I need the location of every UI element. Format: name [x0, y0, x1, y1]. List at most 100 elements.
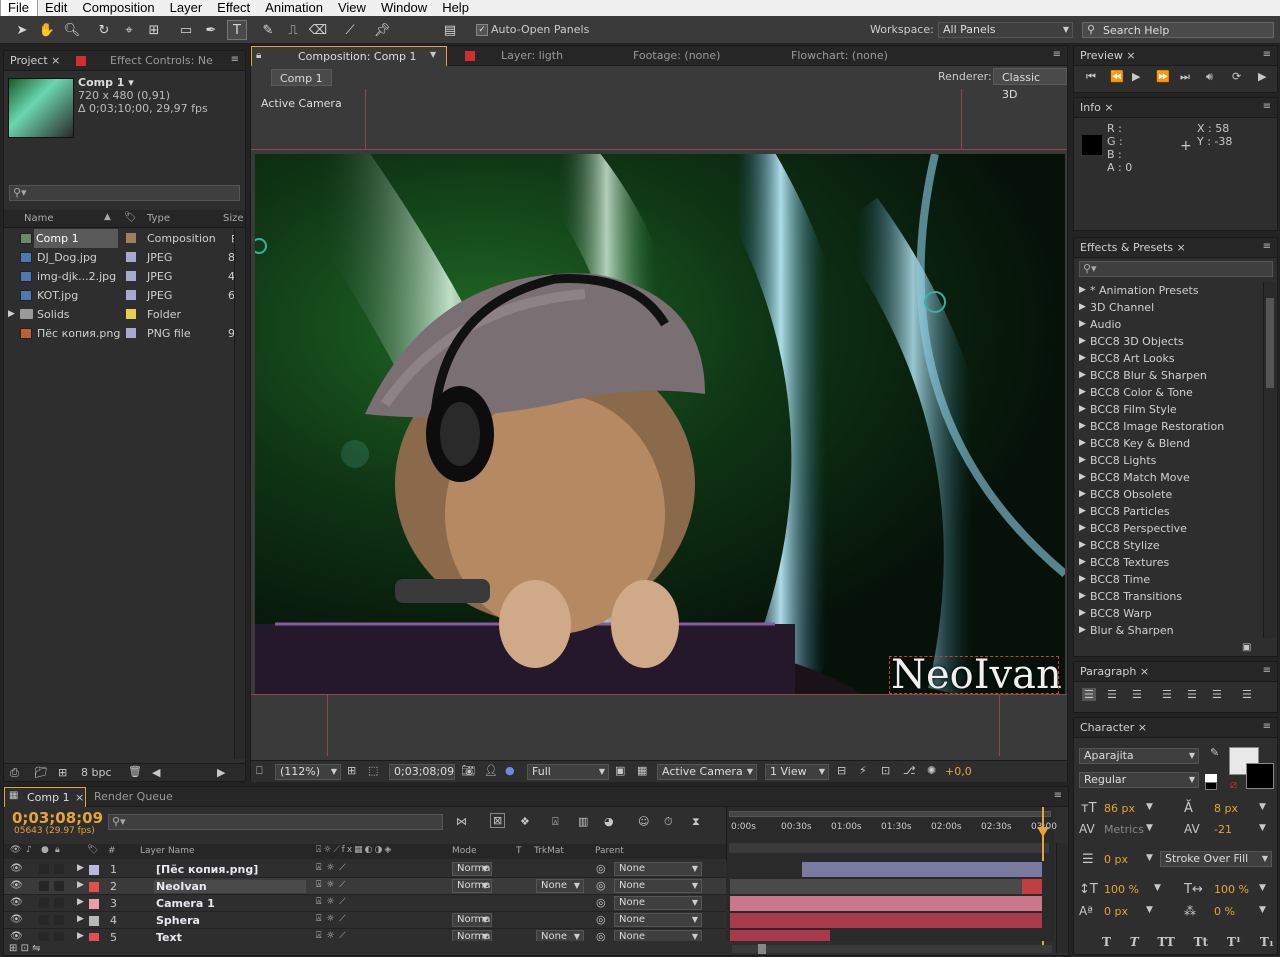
toggle-switches-icon[interactable]: ⊞: [9, 943, 17, 954]
blend-mode-select[interactable]: Norma: [452, 879, 492, 893]
chevron-down-icon[interactable]: ▼: [1259, 823, 1266, 833]
transparency-grid-icon[interactable]: ▦: [637, 764, 647, 777]
leading-value[interactable]: 8 px: [1214, 802, 1238, 815]
expand-arrow-icon[interactable]: ▶: [1079, 282, 1086, 299]
font-style-select[interactable]: Regular: [1079, 772, 1199, 788]
workspace-select[interactable]: All Panels: [938, 22, 1073, 38]
expand-arrow-icon[interactable]: ▶: [8, 305, 15, 324]
menu-effect[interactable]: Effect: [210, 0, 258, 16]
menu-window[interactable]: Window: [374, 0, 435, 16]
layer-switches[interactable]: ⍓ ☼ ⟋: [316, 863, 346, 873]
parent-select[interactable]: None: [614, 896, 702, 910]
effects-category-item[interactable]: ▶ BCC8 Art Looks: [1074, 350, 1262, 367]
effects-category-item[interactable]: ▶ 3D Channel: [1074, 299, 1262, 316]
expand-arrow-icon[interactable]: ▶: [77, 880, 84, 890]
chevron-down-icon[interactable]: ▼: [430, 50, 436, 59]
rectangle-tool-icon[interactable]: ▭: [176, 20, 196, 40]
no-fill-icon[interactable]: ⧄: [1230, 778, 1237, 792]
menu-view[interactable]: View: [331, 0, 374, 16]
pen-tool-icon[interactable]: ✒: [201, 20, 221, 40]
expand-arrow-icon[interactable]: ▶: [1079, 588, 1086, 605]
effects-category-item[interactable]: ▶ BCC8 Transitions: [1074, 588, 1262, 605]
solo-toggle[interactable]: [39, 898, 49, 908]
expand-arrow-icon[interactable]: ▶: [1079, 333, 1086, 350]
type-tool-icon[interactable]: T: [227, 20, 247, 40]
expand-arrow-icon[interactable]: ▶: [1079, 299, 1086, 316]
col-size[interactable]: Size: [223, 213, 244, 224]
expand-arrow-icon[interactable]: ▶: [1079, 469, 1086, 486]
layer-switches[interactable]: ⍓ ☼ ⟋: [316, 931, 346, 941]
tracking-value[interactable]: -21: [1214, 823, 1232, 836]
layer-name[interactable]: Camera 1: [156, 897, 215, 910]
expand-arrow-icon[interactable]: ▶: [1079, 418, 1086, 435]
parent-select[interactable]: None: [614, 930, 702, 941]
eyedropper-icon[interactable]: ✎: [1210, 746, 1219, 759]
chevron-down-icon[interactable]: ▼: [1259, 883, 1266, 893]
tab-render-queue[interactable]: Render Queue: [88, 787, 173, 807]
expand-arrow-icon[interactable]: ▶: [1079, 486, 1086, 503]
align-center-icon[interactable]: ☰: [1107, 688, 1117, 701]
camera-tool-icon[interactable]: ⌖: [119, 20, 139, 40]
brainstorm-icon[interactable]: ☺: [638, 815, 649, 828]
project-item-comp1[interactable]: Comp 1 Composition ⊞: [4, 229, 245, 248]
stroke-swatch-small[interactable]: [1205, 782, 1217, 790]
fill-swatch-small[interactable]: [1205, 774, 1217, 782]
comp-name[interactable]: Comp 1 ▾: [78, 76, 134, 89]
menu-file[interactable]: File: [0, 0, 38, 16]
expand-arrow-icon[interactable]: ▶: [1079, 520, 1086, 537]
effects-category-item[interactable]: ▶ BCC8 Match Move: [1074, 469, 1262, 486]
layer-name[interactable]: Text: [156, 931, 182, 941]
menu-layer[interactable]: Layer: [163, 0, 211, 16]
visibility-eye-icon[interactable]: 👁︎: [10, 863, 23, 874]
project-item-imgdjk[interactable]: img-djk...2.jpg JPEG 4: [4, 267, 245, 286]
previous-frame-icon[interactable]: ⏪: [1110, 70, 1124, 83]
lock-toggle[interactable]: [54, 881, 64, 891]
project-scrollbar[interactable]: [234, 229, 245, 759]
panel-menu-icon[interactable]: ≡: [1053, 49, 1061, 60]
trash-icon[interactable]: 🗑︎: [128, 765, 142, 778]
selection-tool-icon[interactable]: ➤: [12, 20, 32, 40]
parent-select[interactable]: None: [614, 879, 702, 893]
expand-arrow-icon[interactable]: ▶: [1079, 622, 1086, 639]
scroll-left-icon[interactable]: ◀: [152, 766, 160, 779]
effects-category-item[interactable]: ▶ BCC8 Lights: [1074, 452, 1262, 469]
pick-whip-icon[interactable]: ◎: [596, 862, 606, 875]
expand-arrow-icon[interactable]: ▶: [1079, 503, 1086, 520]
comp-timecode[interactable]: 0;03;08;09: [389, 764, 455, 780]
label-color[interactable]: [89, 899, 99, 909]
expand-arrow-icon[interactable]: ▶: [1079, 435, 1086, 452]
first-frame-icon[interactable]: ⏮: [1086, 70, 1096, 84]
resolution-select[interactable]: Full: [527, 764, 609, 780]
new-folder-icon[interactable]: 📁︎: [34, 766, 48, 779]
hide-shy-icon[interactable]: ⍓: [552, 815, 559, 829]
zoom-select[interactable]: (112%): [275, 764, 341, 780]
draft-3d-icon[interactable]: ❖: [520, 815, 530, 828]
camera-select[interactable]: Active Camera: [657, 764, 757, 780]
always-preview-icon[interactable]: ⎕: [256, 764, 263, 778]
zoom-tool-icon[interactable]: 🔍︎: [62, 20, 82, 40]
effects-category-item[interactable]: ▶ BCC8 3D Objects: [1074, 333, 1262, 350]
expand-arrow-icon[interactable]: ▶: [1079, 367, 1086, 384]
visibility-eye-icon[interactable]: 👁︎: [10, 931, 23, 941]
roto-brush-tool-icon[interactable]: ⟋: [340, 20, 360, 40]
layer-bar-3[interactable]: [730, 896, 1042, 911]
visibility-eye-icon[interactable]: 👁︎: [10, 897, 23, 908]
vertical-scale-value[interactable]: 100 %: [1104, 883, 1139, 896]
mask-visibility-icon[interactable]: ⬚: [368, 764, 378, 777]
play-icon[interactable]: ▶: [1132, 70, 1140, 83]
graph-editor-icon[interactable]: ⧗: [692, 815, 700, 829]
menu-animation[interactable]: Animation: [258, 0, 331, 16]
parent-select[interactable]: None: [614, 862, 702, 876]
expand-arrow-icon[interactable]: ▶: [1079, 605, 1086, 622]
new-comp-icon[interactable]: ⊞: [58, 766, 67, 779]
exposure-value[interactable]: +0,0: [945, 765, 972, 778]
menu-composition[interactable]: Composition: [75, 0, 162, 16]
expand-arrow-icon[interactable]: ▶: [77, 863, 84, 873]
lock-icon[interactable]: 🔒︎: [256, 50, 261, 61]
panel-menu-icon[interactable]: ≡: [1263, 101, 1271, 112]
layer-bar-2[interactable]: [1022, 879, 1042, 894]
blend-mode-select[interactable]: Norma: [452, 930, 492, 941]
blend-mode-select[interactable]: Norma: [452, 913, 492, 927]
channel-icon[interactable]: ●: [505, 764, 515, 777]
view-layout-select[interactable]: 1 View: [765, 764, 829, 780]
